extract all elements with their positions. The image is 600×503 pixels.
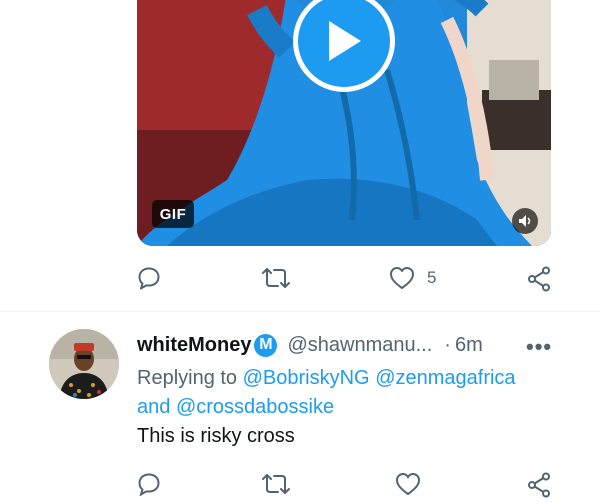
- like-action[interactable]: 5: [389, 266, 436, 290]
- retweet-action[interactable]: [262, 266, 290, 290]
- volume-icon: [519, 215, 531, 227]
- mention-and: and: [137, 396, 171, 418]
- like-action-partial[interactable]: [395, 472, 421, 501]
- play-icon: [329, 21, 361, 61]
- retweet-action-partial[interactable]: [262, 472, 290, 501]
- verified-badge-icon: M: [254, 333, 278, 357]
- timestamp[interactable]: 6m: [455, 334, 483, 357]
- tweet-divider: [0, 311, 600, 312]
- volume-button[interactable]: [512, 208, 538, 234]
- more-options-icon[interactable]: •••: [526, 334, 552, 360]
- avatar[interactable]: [49, 329, 119, 399]
- comment-icon: [138, 267, 160, 290]
- reply-action[interactable]: [137, 266, 161, 290]
- retweet-icon: [262, 268, 290, 288]
- gif-badge: GIF: [152, 200, 194, 228]
- replying-prefix: Replying to: [137, 367, 238, 389]
- mention-zenmagafrica[interactable]: @zenmagafrica: [375, 367, 515, 389]
- mention-bobrisky[interactable]: @BobriskyNG: [243, 367, 370, 389]
- avatar-image: [49, 329, 119, 399]
- share-action[interactable]: [527, 266, 551, 292]
- share-action-partial[interactable]: [527, 472, 551, 503]
- separator-dot: ·: [444, 333, 451, 356]
- mention-crossdabossike[interactable]: @crossdabossike: [176, 396, 334, 418]
- replying-to: Replying to @BobriskyNG @zenmagafrica an…: [137, 364, 557, 422]
- tweet-text: This is risky cross: [137, 425, 295, 447]
- heart-icon: [390, 267, 414, 289]
- like-count: 5: [427, 268, 437, 287]
- share-icon: [528, 472, 550, 498]
- heart-icon: [395, 472, 421, 496]
- retweet-icon: [262, 474, 290, 494]
- user-handle[interactable]: @shawnmanu...: [287, 334, 432, 357]
- display-name[interactable]: whiteMoney: [137, 334, 251, 357]
- share-icon: [528, 266, 550, 292]
- comment-icon: [138, 473, 160, 497]
- reply-action-partial[interactable]: [137, 472, 161, 501]
- tweet-header: whiteMoney M @shawnmanu... · 6m: [137, 332, 483, 358]
